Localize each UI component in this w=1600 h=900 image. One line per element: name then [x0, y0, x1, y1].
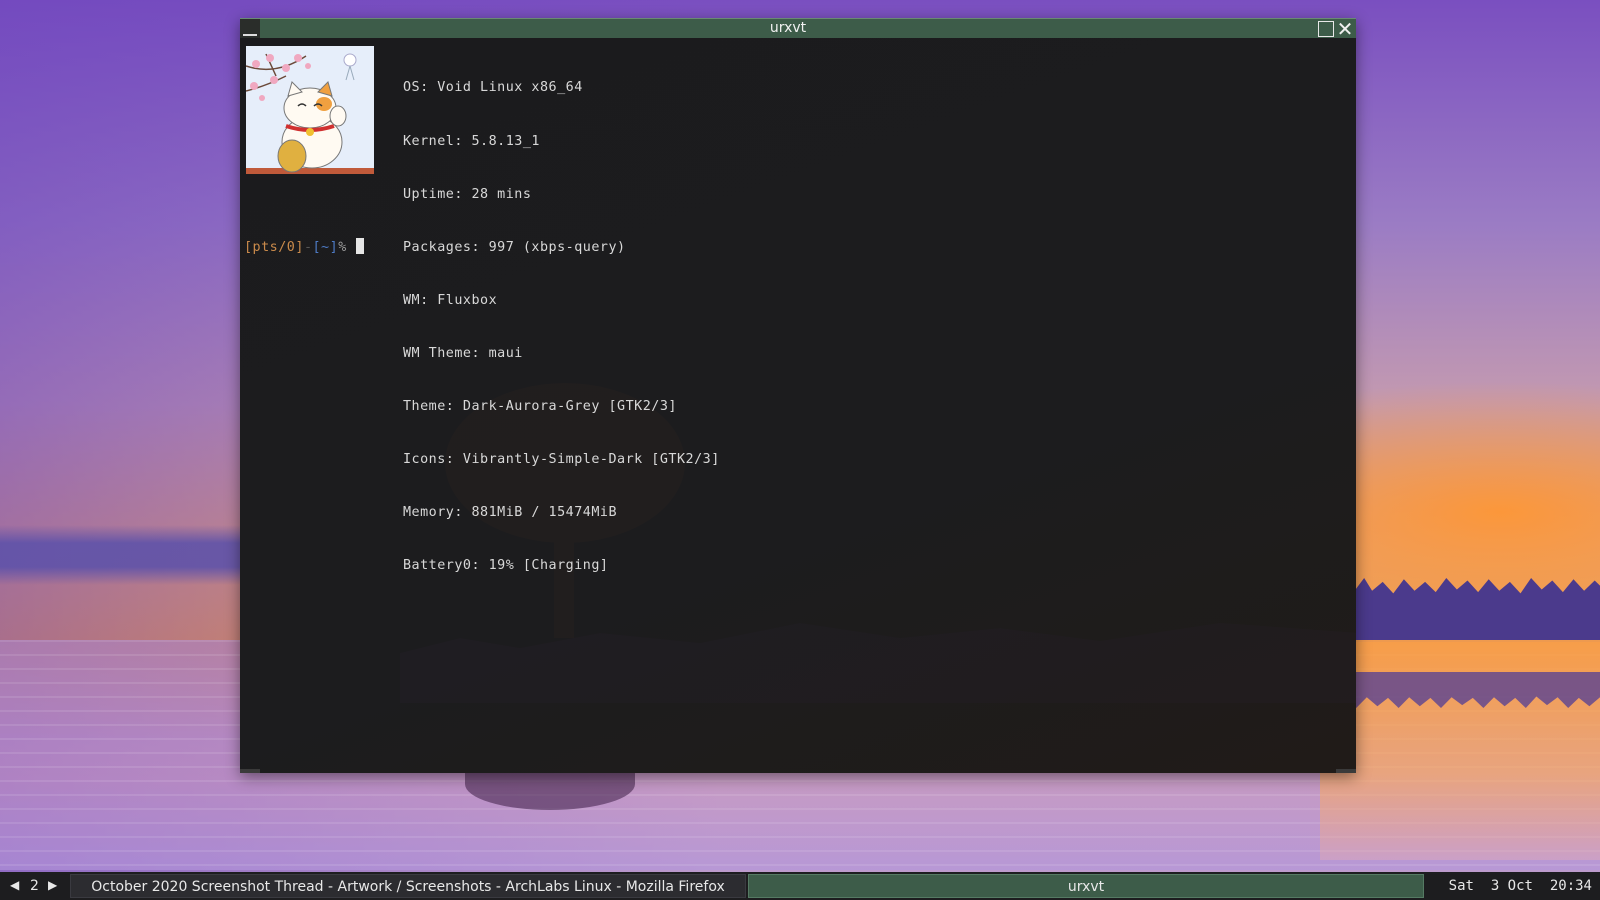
taskbar: ◀ 2 ▶ October 2020 Screenshot Thread - A…	[0, 872, 1600, 900]
window-title: urxvt	[769, 20, 807, 36]
clock-time: 20:34	[1549, 878, 1592, 894]
task-firefox[interactable]: October 2020 Screenshot Thread - Artwork…	[70, 874, 746, 898]
sysinfo-wm: WM: Fluxbox	[403, 292, 498, 308]
terminal-area[interactable]: OS: Void Linux x86_64 Kernel: 5.8.13_1 U…	[240, 38, 1356, 773]
triangle-right-icon[interactable]: ▶	[48, 878, 57, 892]
prompt-tty: [pts/0]	[244, 240, 304, 255]
sysinfo-kernel: Kernel: 5.8.13_1	[403, 133, 540, 149]
sysinfo-memory: Memory: 881MiB / 15474MiB	[403, 505, 618, 521]
triangle-left-icon[interactable]: ◀	[10, 878, 19, 892]
workspace-number[interactable]: 2	[30, 878, 39, 894]
prompt-symbol: %	[338, 240, 347, 255]
maximize-icon[interactable]	[1318, 21, 1334, 37]
scrollbar-left[interactable]	[240, 769, 260, 773]
wallpaper-horizon	[0, 525, 240, 585]
scrollbar-right[interactable]	[1336, 769, 1356, 773]
system-info: OS: Void Linux x86_64 Kernel: 5.8.13_1 U…	[403, 44, 720, 611]
sysinfo-icons: Icons: Vibrantly-Simple-Dark [GTK2/3]	[403, 452, 720, 468]
sysinfo-os: OS: Void Linux x86_64	[403, 80, 583, 96]
sysinfo-theme: Theme: Dark-Aurora-Grey [GTK2/3]	[403, 399, 677, 415]
sysinfo-packages: Packages: 997 (xbps-query)	[403, 239, 626, 255]
clock-date: 3 Oct	[1490, 878, 1533, 894]
window-titlebar[interactable]: urxvt ✕	[240, 18, 1356, 39]
text-cursor	[355, 238, 364, 254]
sysinfo-battery: Battery0: 19% [Charging]	[403, 558, 609, 574]
minimize-icon[interactable]	[240, 19, 260, 39]
maneki-neko-image	[246, 46, 374, 174]
clock: Sat 3 Oct 20:34	[1449, 878, 1592, 894]
prompt-directory: [~]	[312, 240, 339, 255]
sysinfo-uptime: Uptime: 28 mins	[403, 186, 532, 202]
sysinfo-wm-theme: WM Theme: maui	[403, 345, 523, 361]
close-icon[interactable]: ✕	[1336, 19, 1354, 39]
clock-day: Sat	[1448, 878, 1474, 894]
task-urxvt[interactable]: urxvt	[748, 874, 1424, 898]
prompt-separator: -	[303, 240, 313, 255]
terminal-window[interactable]: urxvt ✕ OS: Void Linux x86_64 Kernel: 5.…	[240, 18, 1356, 773]
shell-prompt[interactable]: [pts/0]-[~]%	[244, 238, 364, 257]
